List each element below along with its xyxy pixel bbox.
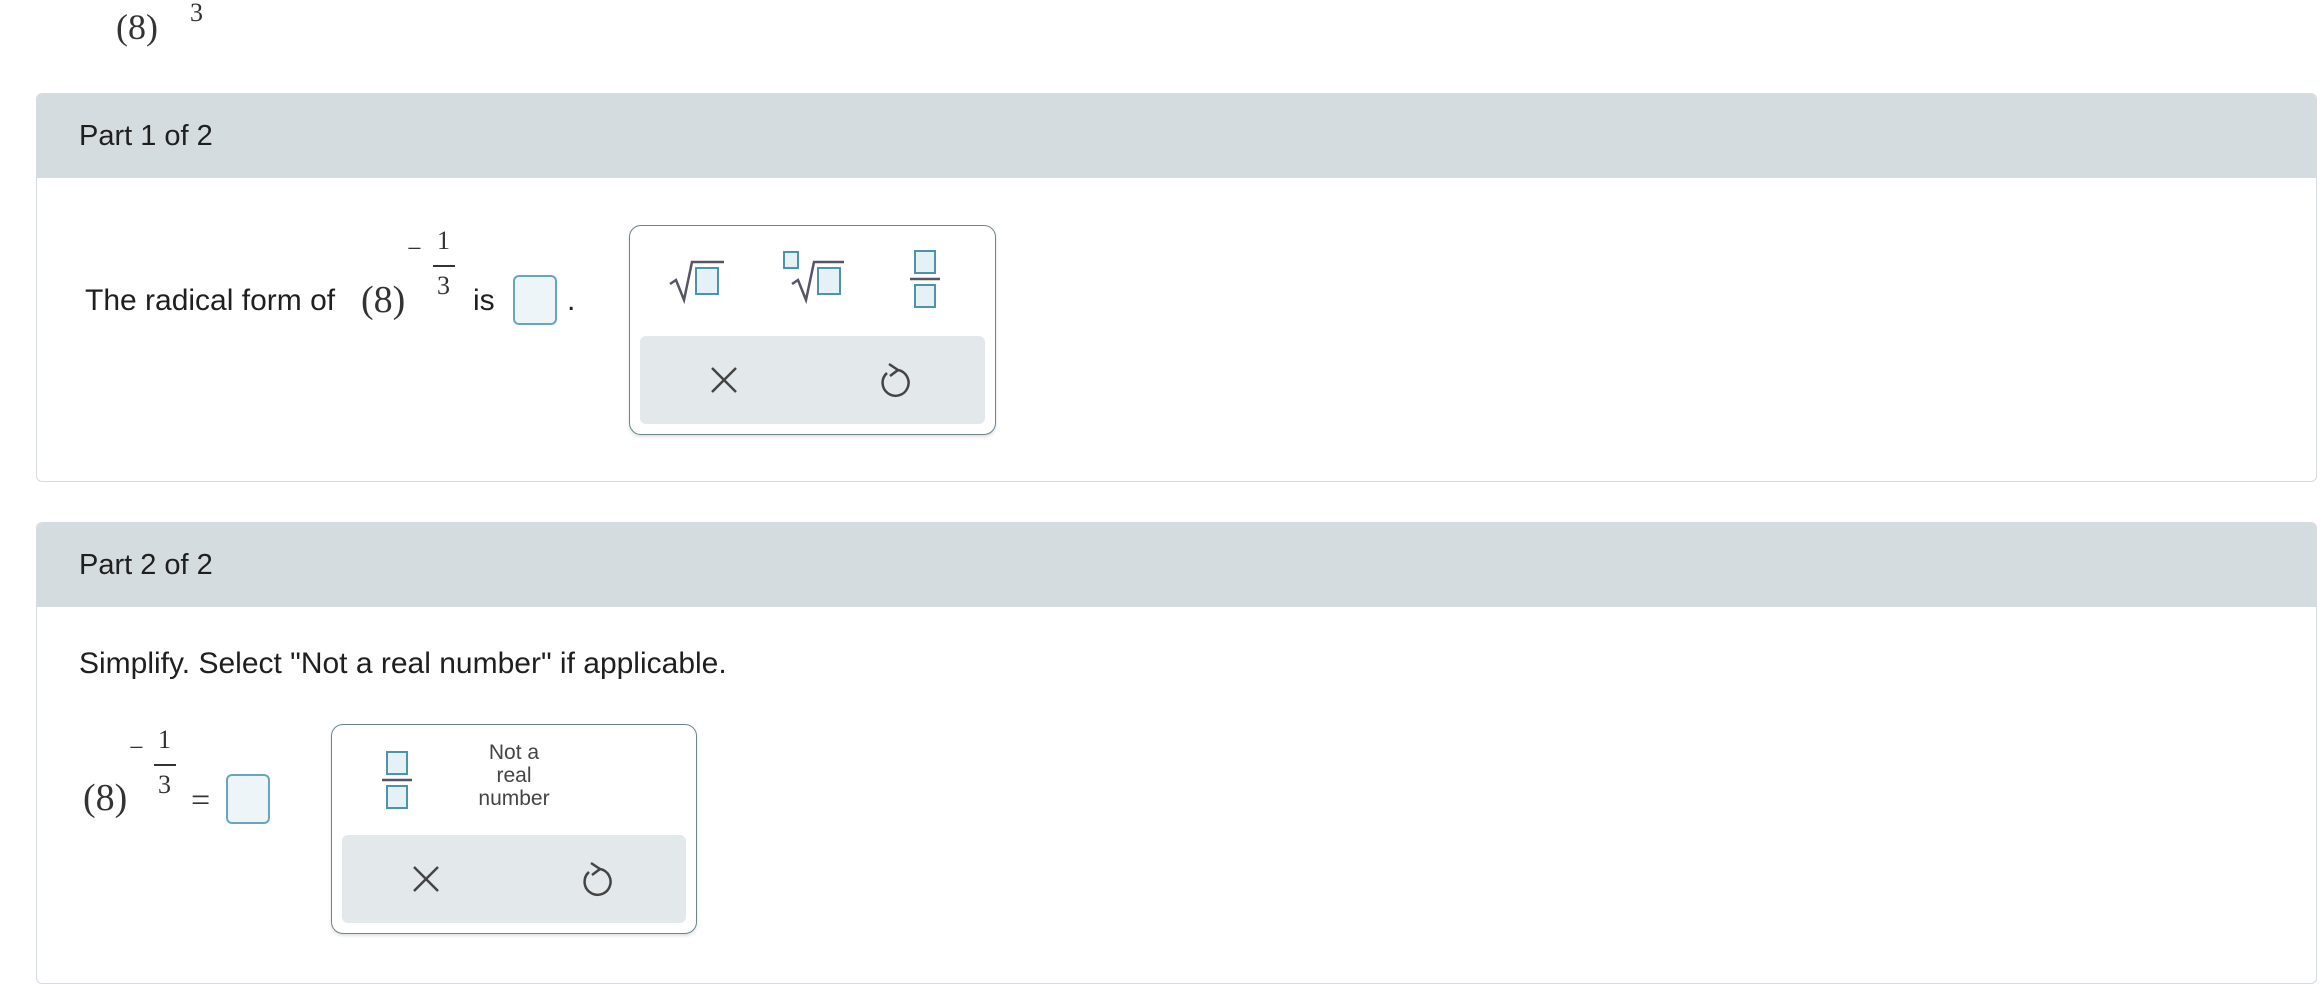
nth-root-icon [783, 251, 844, 305]
fraction-button[interactable] [378, 749, 418, 811]
undo-icon [881, 362, 910, 398]
part-1-exp-num: 1 [437, 226, 450, 255]
part-1-base: (8) [361, 279, 406, 321]
square-root-icon [669, 260, 724, 305]
part-2-exp-bar [154, 764, 176, 766]
part-1-exp-bar [433, 265, 455, 267]
fraction-icon [382, 751, 412, 809]
not-a-real-number-label: Not a real number [454, 741, 574, 810]
nth-root-button[interactable] [780, 248, 846, 306]
fraction-button[interactable] [906, 248, 946, 310]
part-1-math-palette [629, 225, 996, 435]
top-expression-base: (8) [116, 7, 158, 47]
part-2-panel: Part 2 of 2 Simplify. Select "Not a real… [36, 522, 2317, 984]
top-expression-exponent: 3 [190, 0, 203, 27]
part-2-header: Part 2 of 2 [37, 523, 2316, 607]
prompt-prefix: The radical form of [85, 284, 336, 317]
part-1-prompt: The radical form of [85, 284, 335, 318]
part-2-exp-sign: − [129, 733, 144, 762]
not-real-line-2: real [496, 764, 532, 787]
part-2-exp-den: 3 [158, 770, 171, 799]
square-root-button[interactable] [666, 252, 726, 306]
part-2-exp-num: 1 [158, 725, 171, 754]
part-1-palette-tray [640, 336, 985, 424]
prompt-mid: is [473, 284, 495, 317]
undo-button[interactable] [578, 859, 616, 899]
part-2-math-palette: Not a real number [331, 724, 697, 934]
close-icon [413, 866, 439, 892]
part-2-base: (8) [83, 777, 128, 819]
part-2-palette-tray [342, 835, 686, 923]
part-1-panel: Part 1 of 2 The radical form of (8) − 1 … [36, 93, 2317, 482]
undo-icon [583, 861, 612, 897]
part-2-instruction: Simplify. Select "Not a real number" if … [79, 647, 727, 680]
clear-button[interactable] [408, 861, 444, 897]
not-real-line-3: number [478, 787, 550, 810]
part-1-exp-den: 3 [437, 271, 450, 300]
part-1-answer-box[interactable] [513, 275, 557, 325]
part-2-answer-box[interactable] [226, 774, 270, 824]
undo-button[interactable] [876, 360, 914, 400]
clear-button[interactable] [706, 362, 742, 398]
part-1-header: Part 1 of 2 [37, 94, 2316, 178]
fraction-icon [910, 250, 940, 308]
not-a-real-number-button[interactable]: Not a real number [454, 741, 574, 810]
part-1-exp-sign: − [407, 234, 422, 263]
top-expression: (8) [116, 6, 158, 48]
prompt-end: . [567, 284, 576, 317]
not-real-line-1: Not a [488, 741, 540, 764]
equals-sign: = [191, 782, 211, 819]
close-icon [711, 367, 737, 393]
